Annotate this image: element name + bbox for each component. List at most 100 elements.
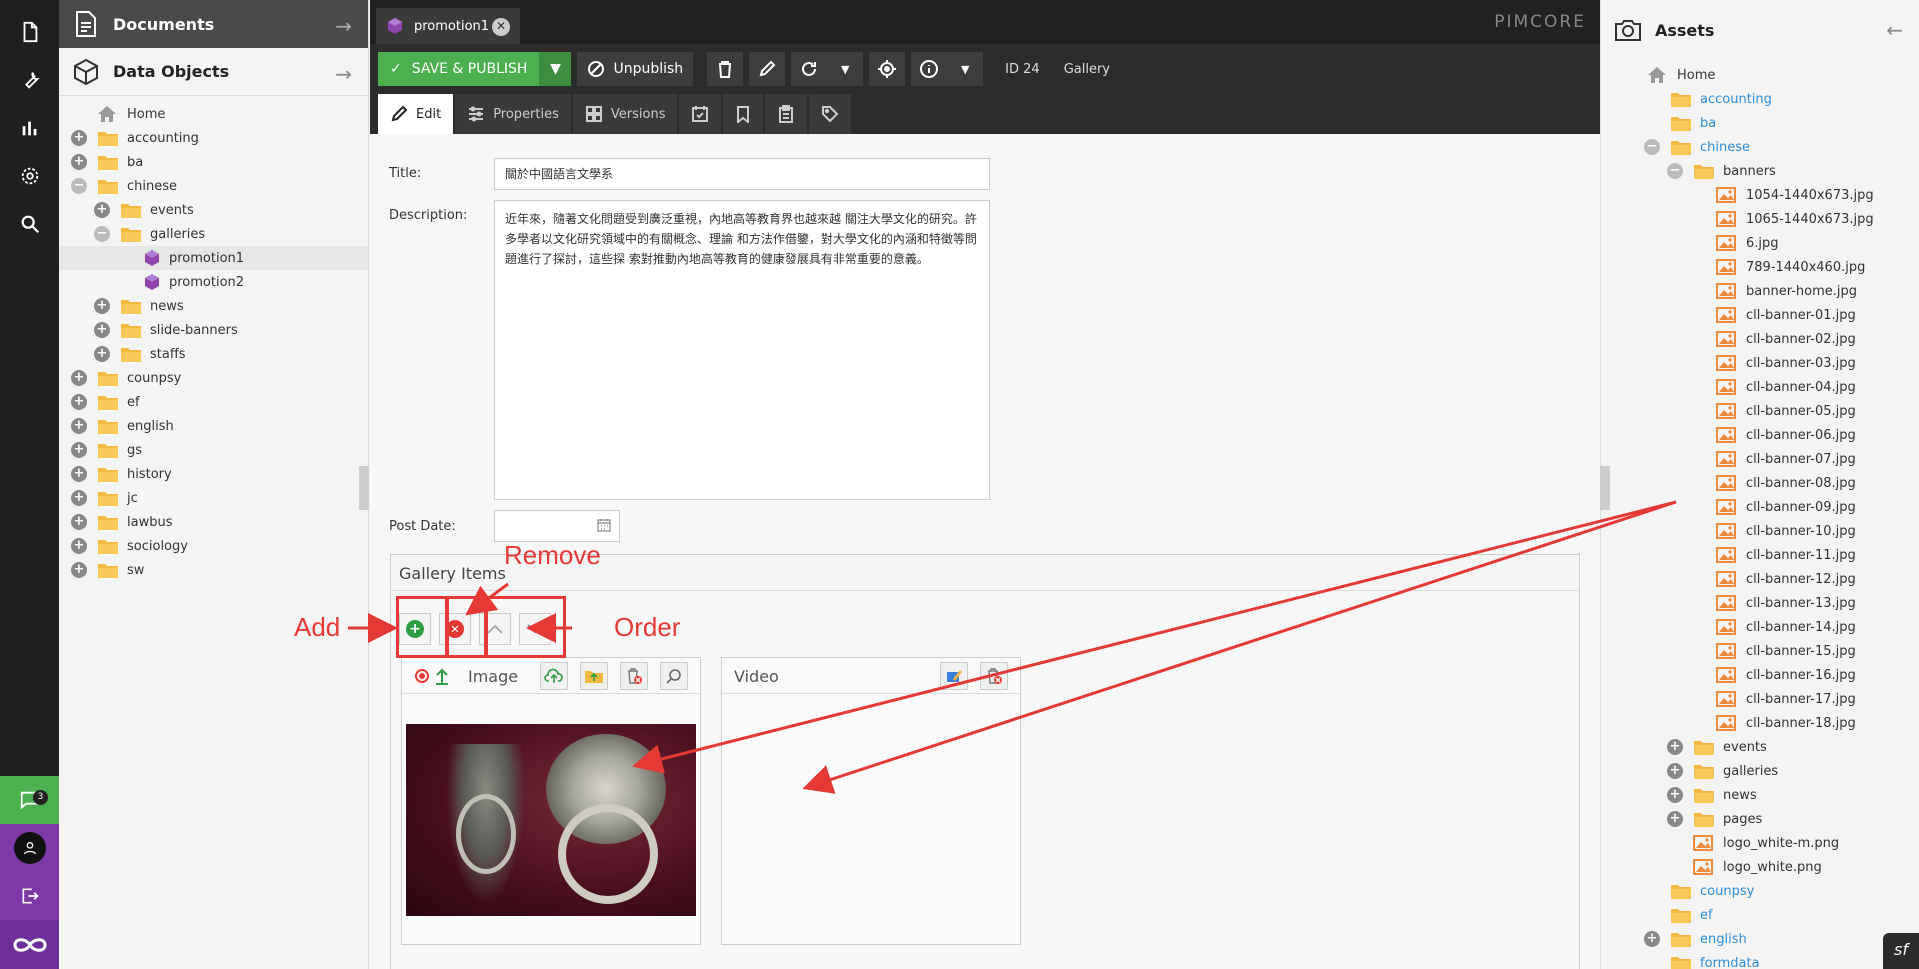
search-image-button[interactable] bbox=[660, 662, 688, 690]
description-textarea[interactable]: 近年來，隨著文化問題受到廣泛重視，內地高等教育界也越來越 關注大學文化的研究。許… bbox=[494, 200, 990, 500]
tree-item-cll-banner-06-jpg[interactable]: cll-banner-06.jpg bbox=[1601, 423, 1919, 447]
upload-image-button[interactable] bbox=[540, 662, 568, 690]
expand-icon[interactable]: + bbox=[71, 130, 87, 146]
tree-item-cll-banner-03-jpg[interactable]: cll-banner-03.jpg bbox=[1601, 351, 1919, 375]
tree-item-1065-1440x673-jpg[interactable]: 1065-1440x673.jpg bbox=[1601, 207, 1919, 231]
tree-item-cll-banner-04-jpg[interactable]: cll-banner-04.jpg bbox=[1601, 375, 1919, 399]
tab-properties[interactable]: Properties bbox=[455, 94, 571, 134]
tree-item-ba[interactable]: ba bbox=[1601, 111, 1919, 135]
expand-icon[interactable]: + bbox=[1667, 811, 1683, 827]
symfony-toolbar-icon[interactable]: sf bbox=[1883, 933, 1919, 969]
tree-item-cll-banner-17-jpg[interactable]: cll-banner-17.jpg bbox=[1601, 687, 1919, 711]
post-date-input[interactable] bbox=[494, 510, 620, 542]
tab-versions[interactable]: Versions bbox=[572, 94, 678, 134]
expand-icon[interactable]: + bbox=[71, 490, 87, 506]
tree-item-pages[interactable]: + pages bbox=[1601, 807, 1919, 831]
tree-item-events[interactable]: + events bbox=[1601, 735, 1919, 759]
title-input[interactable]: 關於中國語言文學系 bbox=[494, 158, 990, 190]
expand-icon[interactable]: + bbox=[1667, 763, 1683, 779]
tree-item-news[interactable]: + news bbox=[1601, 783, 1919, 807]
tree-item-cll-banner-07-jpg[interactable]: cll-banner-07.jpg bbox=[1601, 447, 1919, 471]
tree-item-cll-banner-09-jpg[interactable]: cll-banner-09.jpg bbox=[1601, 495, 1919, 519]
rename-button[interactable] bbox=[749, 52, 786, 86]
tree-item-banner-home-jpg[interactable]: banner-home.jpg bbox=[1601, 279, 1919, 303]
tree-item-gs[interactable]: + gs bbox=[59, 438, 368, 462]
tree-item-cll-banner-05-jpg[interactable]: cll-banner-05.jpg bbox=[1601, 399, 1919, 423]
expand-icon[interactable]: + bbox=[71, 562, 87, 578]
logout-button[interactable] bbox=[0, 872, 59, 920]
bar-chart-icon[interactable] bbox=[0, 104, 59, 152]
tree-item-staffs[interactable]: + staffs bbox=[59, 342, 368, 366]
tree-item-galleries[interactable]: + galleries bbox=[1601, 759, 1919, 783]
save-options-dropdown[interactable]: ▼ bbox=[539, 52, 572, 86]
wrench-icon[interactable] bbox=[0, 56, 59, 104]
tree-item-789-1440x460-jpg[interactable]: 789-1440x460.jpg bbox=[1601, 255, 1919, 279]
expand-icon[interactable]: + bbox=[71, 154, 87, 170]
reload-button[interactable] bbox=[791, 52, 828, 86]
expand-icon[interactable]: + bbox=[94, 346, 110, 362]
tree-item-slide-banners[interactable]: + slide-banners bbox=[59, 318, 368, 342]
documents-panel-header[interactable]: Documents → bbox=[59, 0, 368, 48]
arrow-left-icon[interactable]: ← bbox=[1886, 18, 1903, 42]
user-profile-button[interactable] bbox=[0, 824, 59, 872]
expand-icon[interactable]: + bbox=[1644, 931, 1660, 947]
close-tab-icon[interactable]: ✕ bbox=[492, 18, 510, 36]
tree-item-cll-banner-10-jpg[interactable]: cll-banner-10.jpg bbox=[1601, 519, 1919, 543]
tree-item-sw[interactable]: + sw bbox=[59, 558, 368, 582]
edit-video-button[interactable] bbox=[940, 662, 968, 690]
reload-options-dropdown[interactable]: ▼ bbox=[827, 52, 864, 86]
expand-icon[interactable]: + bbox=[71, 442, 87, 458]
arrow-right-icon[interactable]: → bbox=[335, 14, 352, 38]
tree-item-galleries[interactable]: − galleries bbox=[59, 222, 368, 246]
select-from-assets-button[interactable] bbox=[580, 662, 608, 690]
tree-item-accounting[interactable]: accounting bbox=[1601, 87, 1919, 111]
delete-button[interactable] bbox=[707, 52, 744, 86]
tab-edit[interactable]: Edit bbox=[378, 94, 454, 134]
tree-item-events[interactable]: + events bbox=[59, 198, 368, 222]
tree-item-cll-banner-02-jpg[interactable]: cll-banner-02.jpg bbox=[1601, 327, 1919, 351]
tree-item-history[interactable]: + history bbox=[59, 462, 368, 486]
assets-panel-header[interactable]: Assets ← bbox=[1601, 0, 1919, 60]
tree-item-chinese[interactable]: − chinese bbox=[1601, 135, 1919, 159]
tree-item-english[interactable]: + english bbox=[1601, 927, 1919, 951]
tree-item-cll-banner-15-jpg[interactable]: cll-banner-15.jpg bbox=[1601, 639, 1919, 663]
tree-item-1054-1440x673-jpg[interactable]: 1054-1440x673.jpg bbox=[1601, 183, 1919, 207]
image-preview[interactable] bbox=[406, 724, 696, 916]
expand-icon[interactable]: + bbox=[71, 394, 87, 410]
expand-icon[interactable]: + bbox=[94, 298, 110, 314]
pimcore-logo-icon[interactable] bbox=[0, 920, 59, 969]
tree-item-logo-white-m-png[interactable]: logo_white-m.png bbox=[1601, 831, 1919, 855]
tree-item-cll-banner-14-jpg[interactable]: cll-banner-14.jpg bbox=[1601, 615, 1919, 639]
tree-item-6-jpg[interactable]: 6.jpg bbox=[1601, 231, 1919, 255]
tree-item-accounting[interactable]: + accounting bbox=[59, 126, 368, 150]
tree-item-cll-banner-18-jpg[interactable]: cll-banner-18.jpg bbox=[1601, 711, 1919, 735]
tab-notes[interactable] bbox=[765, 94, 808, 134]
gear-icon[interactable] bbox=[0, 152, 59, 200]
tab-schedule[interactable] bbox=[679, 94, 722, 134]
tree-item-english[interactable]: + english bbox=[59, 414, 368, 438]
tree-item-jc[interactable]: + jc bbox=[59, 486, 368, 510]
tab-bookmarks[interactable] bbox=[723, 94, 764, 134]
tree-item-promotion1[interactable]: promotion1 bbox=[59, 246, 368, 270]
save-publish-button[interactable]: ✓ SAVE & PUBLISH bbox=[378, 52, 540, 86]
calendar-icon[interactable] bbox=[597, 518, 611, 535]
collapse-icon[interactable]: − bbox=[1644, 139, 1660, 155]
tree-item-home[interactable]: Home bbox=[1601, 63, 1919, 87]
info-options-dropdown[interactable]: ▼ bbox=[947, 52, 984, 86]
left-panel-collapse-handle[interactable] bbox=[359, 466, 369, 510]
collapse-icon[interactable]: − bbox=[94, 226, 110, 242]
clear-video-button[interactable] bbox=[980, 662, 1008, 690]
expand-icon[interactable]: + bbox=[1667, 787, 1683, 803]
collapse-icon[interactable]: − bbox=[71, 178, 87, 194]
expand-icon[interactable]: + bbox=[94, 202, 110, 218]
expand-icon[interactable]: + bbox=[94, 322, 110, 338]
expand-icon[interactable]: + bbox=[71, 370, 87, 386]
tree-item-ef[interactable]: + ef bbox=[59, 390, 368, 414]
tree-item-news[interactable]: + news bbox=[59, 294, 368, 318]
tree-item-home[interactable]: Home bbox=[59, 102, 368, 126]
expand-icon[interactable]: + bbox=[71, 514, 87, 530]
unpublish-button[interactable]: Unpublish bbox=[577, 52, 694, 86]
expand-icon[interactable]: + bbox=[1667, 739, 1683, 755]
tree-item-logo-white-png[interactable]: logo_white.png bbox=[1601, 855, 1919, 879]
expand-icon[interactable]: + bbox=[71, 538, 87, 554]
